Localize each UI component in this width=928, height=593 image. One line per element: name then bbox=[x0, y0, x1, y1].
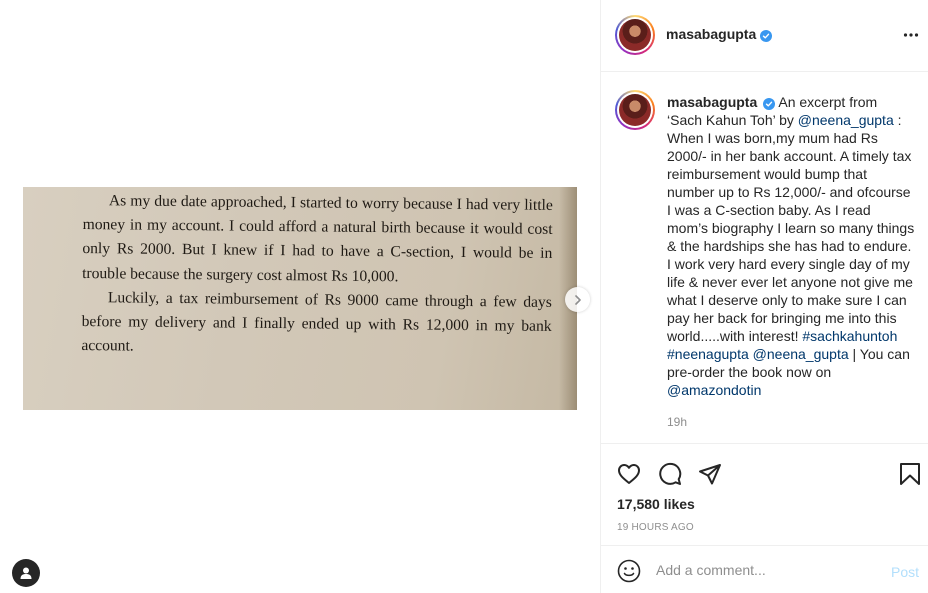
more-options-button[interactable] bbox=[903, 27, 919, 48]
comment-button[interactable] bbox=[656, 460, 684, 488]
mention-link[interactable]: @neena_gupta bbox=[798, 112, 894, 128]
post-image[interactable]: As my due date approached, I started to … bbox=[23, 187, 577, 410]
avatar-border bbox=[617, 92, 653, 128]
likes-count[interactable]: 17,580 likes bbox=[617, 496, 695, 512]
post-timestamp[interactable]: 19 HOURS AGO bbox=[617, 522, 694, 533]
comment-icon bbox=[659, 462, 682, 485]
caption-time[interactable]: 19h bbox=[667, 415, 687, 429]
emoji-button[interactable] bbox=[615, 557, 643, 585]
verified-badge-icon bbox=[760, 30, 773, 42]
post-caption: masabagupta An excerpt from ‘Sach Kahun … bbox=[667, 93, 915, 399]
author-username[interactable]: masabagupta bbox=[666, 26, 756, 42]
mention-link[interactable]: @neena_gupta bbox=[753, 346, 849, 362]
author-username-row: masabagupta bbox=[666, 26, 773, 42]
post-actions: 17,580 likes 19 HOURS AGO bbox=[601, 443, 928, 543]
comment-bar: Post bbox=[601, 545, 928, 593]
caption-author-avatar[interactable] bbox=[615, 90, 655, 130]
paper-plane-icon bbox=[699, 464, 721, 485]
smiley-icon bbox=[617, 559, 641, 583]
hashtag-link[interactable]: #sachkahuntoh bbox=[802, 328, 897, 344]
next-image-button[interactable] bbox=[565, 287, 590, 312]
save-button[interactable] bbox=[896, 460, 924, 488]
chevron-right-icon bbox=[574, 294, 581, 305]
profile-button[interactable] bbox=[12, 559, 40, 587]
heart-icon bbox=[618, 464, 640, 484]
post-sidebar: masabagupta masabagupta An excerpt from … bbox=[600, 0, 928, 593]
caption-area: masabagupta An excerpt from ‘Sach Kahun … bbox=[601, 73, 928, 443]
bookmark-icon bbox=[900, 463, 920, 485]
hashtag-link[interactable]: #neenagupta bbox=[667, 346, 749, 362]
share-button[interactable] bbox=[696, 460, 724, 488]
caption-text-2: : When I was born,my mum had Rs 2000/- i… bbox=[667, 112, 915, 344]
post-header: masabagupta bbox=[601, 0, 928, 72]
book-paragraph-1: As my due date approached, I started to … bbox=[82, 192, 553, 285]
caption-username[interactable]: masabagupta bbox=[667, 94, 757, 110]
author-avatar[interactable] bbox=[615, 15, 655, 55]
like-button[interactable] bbox=[615, 460, 643, 488]
mention-link[interactable]: @amazondotin bbox=[667, 382, 761, 398]
book-page-text: As my due date approached, I started to … bbox=[81, 189, 553, 363]
verified-badge-icon bbox=[763, 98, 776, 110]
comment-input[interactable] bbox=[656, 560, 856, 580]
avatar-border bbox=[617, 17, 653, 53]
book-paragraph-2: Luckily, a tax reimbursement of Rs 9000 … bbox=[81, 289, 552, 355]
user-icon bbox=[20, 567, 32, 579]
avatar-image bbox=[619, 19, 651, 51]
more-icon bbox=[903, 33, 919, 37]
avatar-image bbox=[619, 94, 651, 126]
post-comment-button[interactable]: Post bbox=[891, 564, 919, 580]
media-pane: As my due date approached, I started to … bbox=[0, 0, 600, 593]
